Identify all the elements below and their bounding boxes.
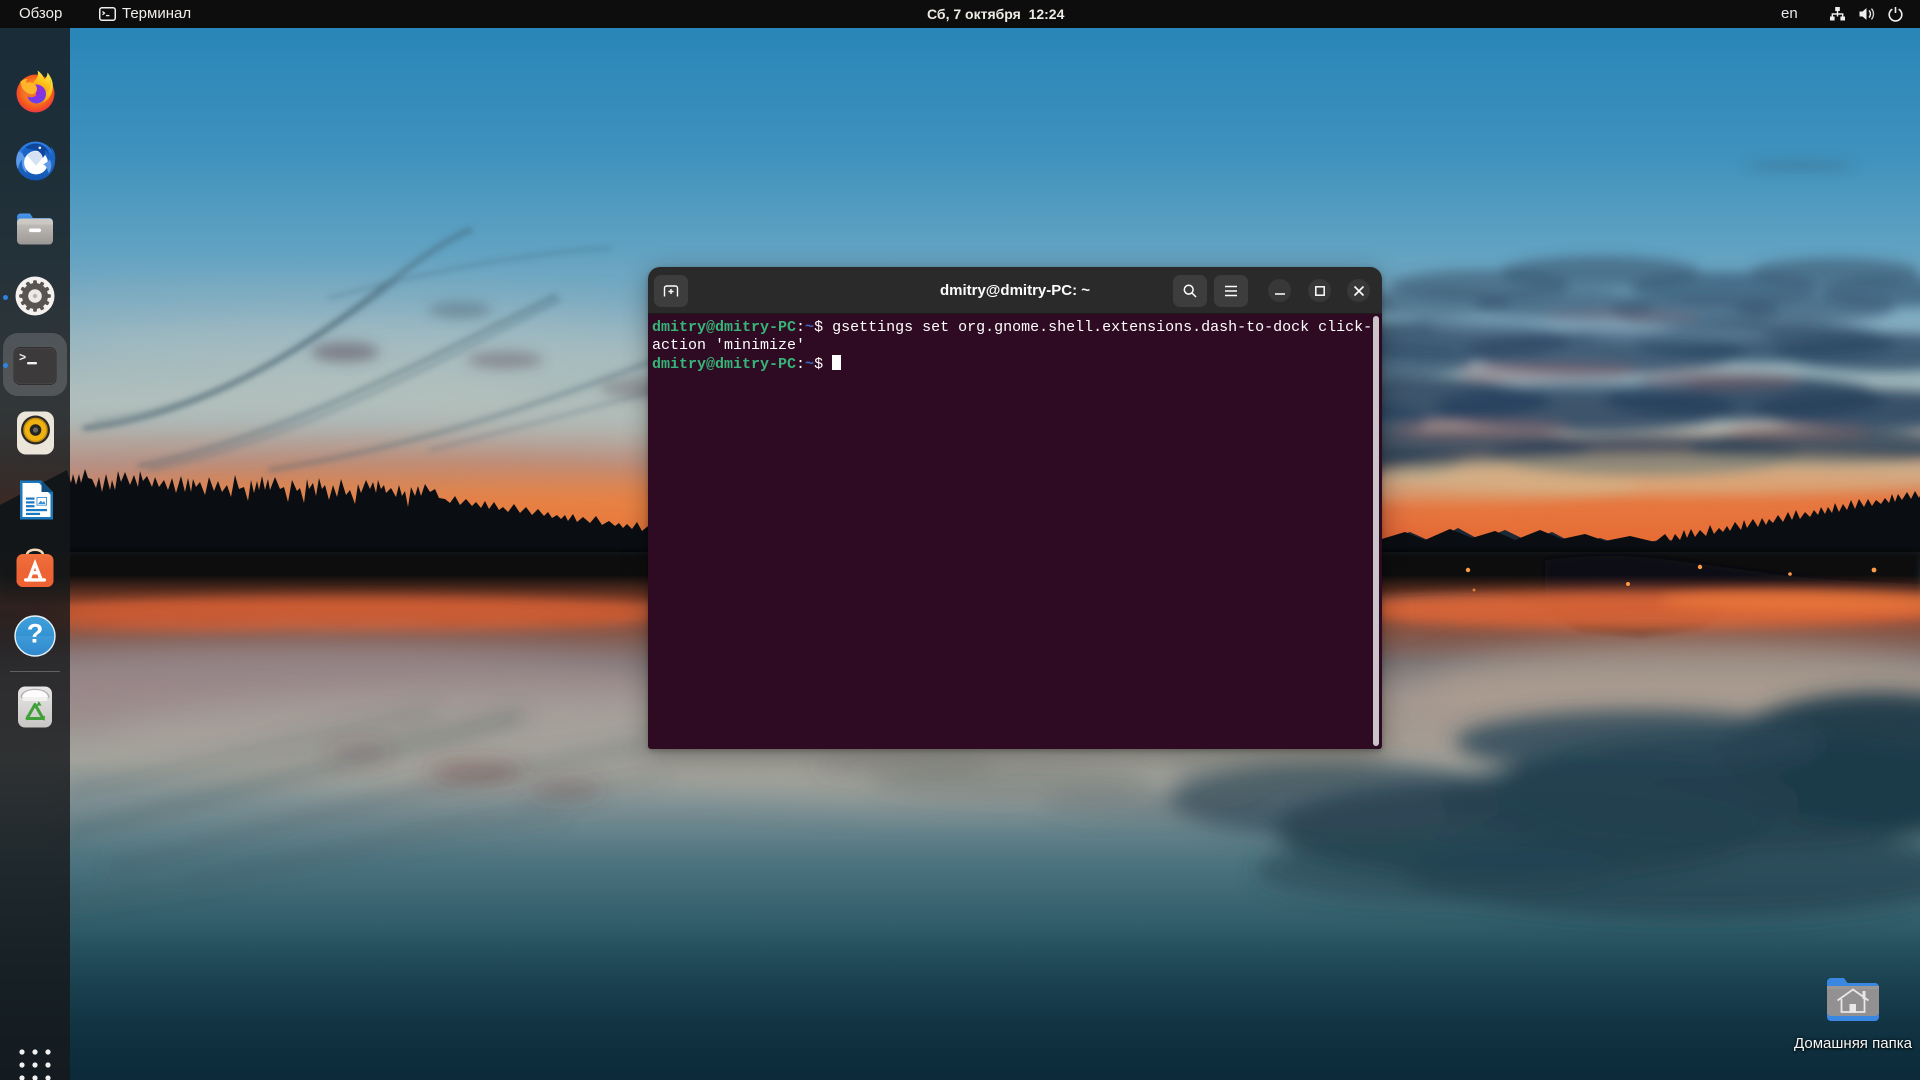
svg-text:?: ? (27, 619, 44, 649)
svg-text:>: > (19, 351, 26, 365)
